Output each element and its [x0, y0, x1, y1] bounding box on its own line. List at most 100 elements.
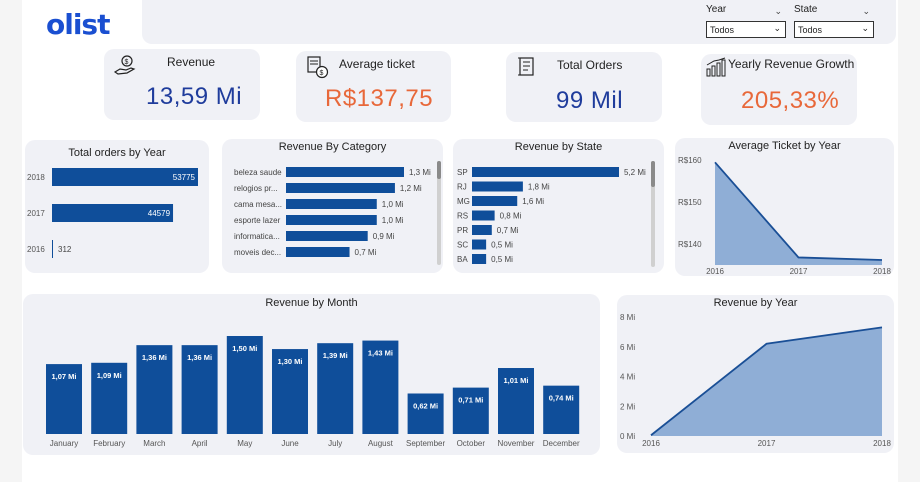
kpi-card-average-ticket: $ Average ticket R$137,75 [296, 51, 451, 122]
bar [472, 167, 619, 177]
hand-money-icon: $ [114, 55, 136, 75]
bar [286, 247, 350, 257]
tick-label: RJ [457, 183, 467, 192]
tick-label: 6 Mi [620, 343, 635, 352]
filter-bar: Year ⌄ Todos ⌄ State ⌄ Todos ⌄ [142, 0, 896, 44]
olist-logo: olist [46, 8, 110, 41]
orders-by-year-card: Total orders by Year 2018 53775 2017 44579 2… [25, 140, 209, 273]
bar [472, 254, 487, 264]
tick-label: 2 Mi [620, 402, 635, 411]
data-label: 0,7 Mi [497, 226, 519, 235]
data-label: 1,6 Mi [522, 197, 544, 206]
data-label: 0,5 Mi [491, 255, 513, 264]
scrollbar-track[interactable] [651, 161, 655, 267]
bar [472, 225, 492, 235]
year-dropdown[interactable]: Todos ⌄ [706, 21, 786, 38]
tick-label: January [50, 439, 78, 448]
tick-label: 2018 [27, 173, 45, 182]
data-label: 1,50 Mi [232, 344, 257, 353]
data-label: 1,36 Mi [142, 353, 167, 362]
data-label: 1,0 Mi [382, 200, 404, 209]
state-dropdown[interactable]: Todos ⌄ [794, 21, 874, 38]
data-label: 1,30 Mi [277, 357, 302, 366]
kpi-card-total-orders: Total Orders 99 Mil [506, 52, 662, 122]
document-list-icon [518, 57, 534, 76]
data-label: 5,2 Mi [624, 168, 646, 177]
tick-label: SP [457, 168, 468, 177]
revenue-by-month-chart: 1,07 Mi January 1,09 Mi February 1,36 Mi Marc… [46, 336, 580, 448]
tick-label: R$140 [678, 240, 702, 249]
tick-label: July [328, 439, 342, 448]
tick-label: 2017 [758, 439, 776, 448]
tick-label: 2018 [873, 267, 891, 276]
data-label: 312 [58, 245, 72, 254]
kpi-title: Total Orders [557, 58, 623, 72]
tick-label: esporte lazer [234, 216, 281, 225]
kpi-value: 13,59 Mi [146, 83, 243, 110]
scrollbar-thumb[interactable] [437, 161, 441, 179]
tick-label: November [498, 439, 535, 448]
tick-label: 2016 [706, 267, 724, 276]
kpi-card-revenue: $ Revenue 13,59 Mi [104, 49, 260, 120]
right-margin [898, 0, 920, 482]
dropdown-arrow-icon[interactable]: ⌄ [773, 23, 781, 34]
bar [286, 183, 395, 193]
kpi-title: Yearly Revenue Growth [728, 57, 855, 71]
revenue-by-year-chart: 0 Mi 2 Mi 4 Mi 6 Mi 8 Mi 2016 2017 2018 [620, 313, 891, 448]
year-slicer[interactable]: Year ⌄ Todos ⌄ [706, 4, 786, 38]
tick-label: R$160 [678, 156, 702, 165]
data-label: 0,71 Mi [458, 396, 483, 405]
orders-by-year-chart: 2018 53775 2017 44579 2016 312 [27, 168, 198, 258]
bar [472, 196, 518, 206]
data-label: 1,0 Mi [382, 216, 404, 225]
data-label: 1,2 Mi [400, 184, 422, 193]
tick-label: September [406, 439, 445, 448]
data-label: 0,9 Mi [373, 232, 395, 241]
tick-label: December [543, 439, 580, 448]
bar [472, 239, 487, 250]
svg-text:$: $ [125, 59, 129, 66]
tick-label: cama mesa... [234, 200, 282, 209]
scrollbar-thumb[interactable] [651, 161, 655, 187]
bar [472, 181, 523, 192]
tick-label: R$150 [678, 198, 702, 207]
revenue-by-category-card: Revenue By Category beleza saude 1,3 Mi re… [222, 139, 443, 273]
kpi-title: Revenue [167, 55, 216, 69]
tick-label: April [192, 439, 208, 448]
bar [407, 393, 444, 434]
svg-text:$: $ [320, 70, 324, 77]
kpi-title: Average ticket [339, 57, 415, 71]
growth-chart-icon [706, 57, 726, 77]
tick-label: RS [457, 212, 468, 221]
series-area [715, 162, 882, 265]
data-label: 1,07 Mi [51, 372, 76, 381]
tick-label: 2016 [27, 245, 45, 254]
scrollbar-track[interactable] [437, 161, 441, 265]
chevron-down-icon[interactable]: ⌄ [774, 6, 782, 17]
tick-label: 8 Mi [620, 313, 635, 322]
data-label: 0,74 Mi [549, 394, 574, 403]
dropdown-arrow-icon[interactable]: ⌄ [861, 23, 869, 34]
chevron-down-icon[interactable]: ⌄ [862, 6, 870, 17]
tick-label: 4 Mi [620, 373, 635, 382]
state-slicer[interactable]: State ⌄ Todos ⌄ [794, 4, 874, 38]
kpi-value: R$137,75 [325, 85, 434, 112]
tick-label: August [368, 439, 394, 448]
tick-label: 2017 [790, 267, 808, 276]
bar [472, 210, 495, 221]
data-label: 44579 [148, 209, 171, 218]
data-label: 1,36 Mi [187, 353, 212, 362]
tick-label: June [281, 439, 299, 448]
tick-label: SC [457, 241, 468, 250]
data-label: 0,8 Mi [500, 212, 522, 221]
tick-label: moveis dec... [234, 248, 281, 257]
data-label: 0,7 Mi [355, 248, 377, 257]
data-label: 1,39 Mi [323, 351, 348, 360]
revenue-by-category-chart: beleza saude 1,3 Mi relogios pr... 1,2 Mi ca… [234, 167, 431, 257]
avg-ticket-by-year-card: Average Ticket by Year R$140 R$150 R$160 20… [675, 138, 894, 276]
tick-label: 2016 [642, 439, 660, 448]
bar [286, 215, 377, 225]
data-label: 53775 [173, 173, 196, 182]
tick-label: February [93, 439, 125, 448]
kpi-value: 99 Mil [556, 87, 624, 114]
